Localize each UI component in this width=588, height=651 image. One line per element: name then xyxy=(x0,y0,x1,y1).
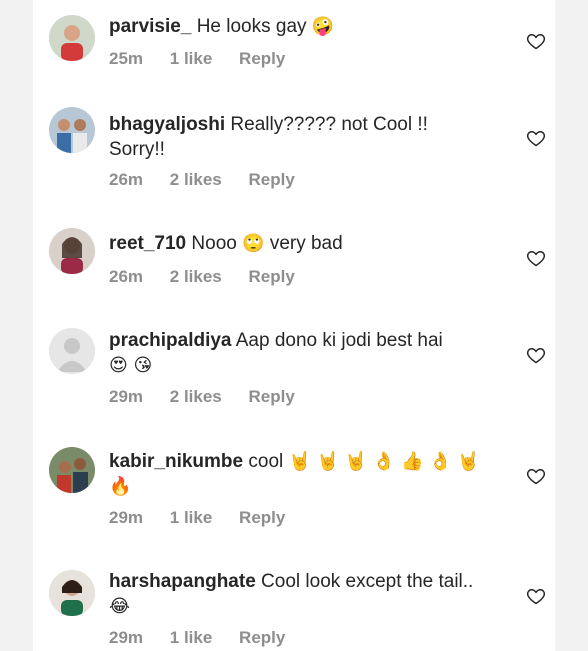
comment-body: reet_710 Nooo 🙄 very bad xyxy=(109,231,481,256)
comment-text-continued: very bad xyxy=(269,233,343,254)
comment-emoji: 😍 😘 xyxy=(109,355,153,376)
comment-meta: 25m 1 like Reply xyxy=(109,49,307,69)
comment-likes[interactable]: 2 likes xyxy=(170,170,222,189)
comment-text: He looks gay xyxy=(196,16,307,37)
comment-meta: 29m 2 likes Reply xyxy=(109,387,317,407)
avatar[interactable] xyxy=(49,447,95,493)
comment-username[interactable]: harshapanghate xyxy=(109,571,256,592)
comment-emoji: 🤪 xyxy=(311,16,335,37)
comment-likes[interactable]: 2 likes xyxy=(170,267,222,286)
reply-button[interactable]: Reply xyxy=(239,628,285,647)
heart-outline-icon[interactable] xyxy=(526,128,546,148)
reply-button[interactable]: Reply xyxy=(249,170,295,189)
comment-body: parvisie_ He looks gay 🤪 xyxy=(109,14,481,39)
comment-text: Cool look except the tail.. xyxy=(261,571,474,592)
comment-emoji: 🙄 xyxy=(242,233,265,254)
comment-time: 26m xyxy=(109,267,144,286)
comment-username[interactable]: bhagyaljoshi xyxy=(109,114,225,135)
comment-username[interactable]: reet_710 xyxy=(109,233,186,254)
comment-likes[interactable]: 1 like xyxy=(170,508,213,527)
comment-time: 26m xyxy=(109,170,144,189)
reply-button[interactable]: Reply xyxy=(249,267,295,286)
reply-button[interactable]: Reply xyxy=(249,387,295,406)
comment-meta: 26m 2 likes Reply xyxy=(109,170,317,190)
comment-meta: 29m 1 like Reply xyxy=(109,508,307,528)
comment-body: kabir_nikumbe cool 🤘 🤘 🤘 👌 👍 👌 🤘 🔥 xyxy=(109,449,481,499)
avatar[interactable] xyxy=(49,228,95,274)
avatar[interactable] xyxy=(49,15,95,61)
reply-button[interactable]: Reply xyxy=(239,508,285,527)
comment-likes[interactable]: 1 like xyxy=(170,628,213,647)
comment-likes[interactable]: 1 like xyxy=(170,49,213,68)
avatar[interactable] xyxy=(49,328,95,374)
comment-time: 29m xyxy=(109,387,144,406)
heart-outline-icon[interactable] xyxy=(526,345,546,365)
comment-text: cool xyxy=(248,451,284,472)
comment-username[interactable]: kabir_nikumbe xyxy=(109,451,243,472)
comment-likes[interactable]: 2 likes xyxy=(170,387,222,406)
heart-outline-icon[interactable] xyxy=(526,31,546,51)
comment-text: Nooo xyxy=(191,233,237,254)
comment-text: Aap dono ki jodi best hai xyxy=(235,330,443,351)
comment-username[interactable]: parvisie_ xyxy=(109,16,191,37)
heart-outline-icon[interactable] xyxy=(526,248,546,268)
comment-time: 25m xyxy=(109,49,144,68)
comment-body: bhagyaljoshi Really????? not Cool !! Sor… xyxy=(109,112,481,162)
heart-outline-icon[interactable] xyxy=(526,586,546,606)
comment-time: 29m xyxy=(109,508,144,527)
comment-meta: 29m 1 like Reply xyxy=(109,628,307,648)
comment-emoji: 😂 xyxy=(109,596,131,617)
heart-outline-icon[interactable] xyxy=(526,466,546,486)
comment-body: harshapanghate Cool look except the tail… xyxy=(109,569,481,619)
avatar[interactable] xyxy=(49,107,95,153)
comment-time: 29m xyxy=(109,628,144,647)
reply-button[interactable]: Reply xyxy=(239,49,285,68)
comment-meta: 26m 2 likes Reply xyxy=(109,267,317,287)
comment-username[interactable]: prachipaldiya xyxy=(109,330,232,351)
comment-body: prachipaldiya Aap dono ki jodi best hai … xyxy=(109,328,481,378)
avatar[interactable] xyxy=(49,570,95,616)
comments-panel: parvisie_ He looks gay 🤪 25m 1 like Repl… xyxy=(33,0,555,651)
